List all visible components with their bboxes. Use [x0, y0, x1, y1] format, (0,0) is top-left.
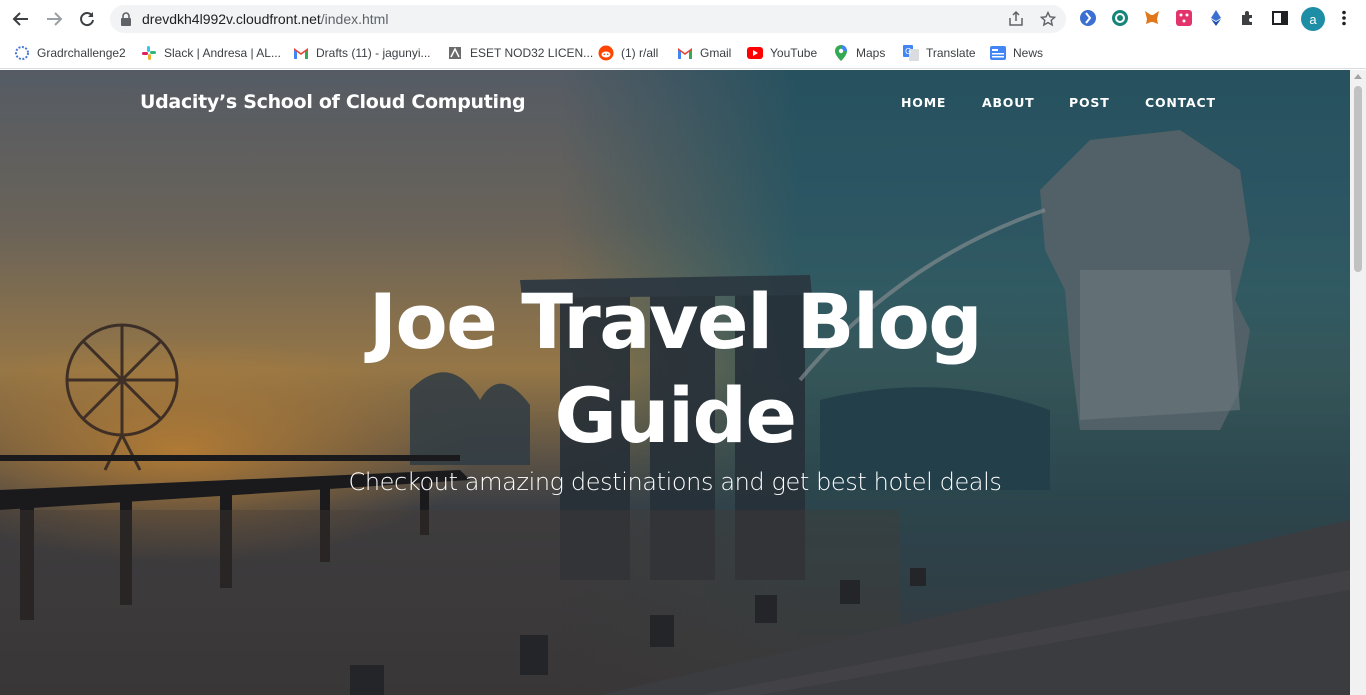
bookmark-reddit[interactable]: (1) r/all: [598, 42, 658, 64]
translate-icon: G: [903, 45, 919, 61]
url-path: /index.html: [320, 11, 389, 27]
page-viewport: Udacity’s School of Cloud Computing HOME…: [0, 70, 1350, 695]
bookmark-eset[interactable]: ESET NOD32 LICEN...: [447, 42, 593, 64]
kebab-menu-icon: [1342, 10, 1346, 26]
back-button[interactable]: [9, 7, 33, 31]
bookmark-maps[interactable]: Maps: [833, 42, 885, 64]
gmail-icon: [677, 45, 693, 61]
bookmark-label: Gradrchallenge2: [37, 46, 126, 60]
page-scrollbar[interactable]: [1350, 70, 1366, 695]
extension-teal-icon: [1112, 10, 1128, 26]
extension-red-icon: [1176, 10, 1192, 26]
share-icon: [1009, 11, 1023, 26]
side-panel-button[interactable]: [1270, 8, 1290, 28]
extension-4-button[interactable]: [1174, 8, 1194, 28]
extension-circle-icon: [1080, 10, 1096, 26]
bookmark-label: ESET NOD32 LICEN...: [470, 46, 594, 60]
bookmark-translate[interactable]: G Translate: [903, 42, 976, 64]
maps-icon: [833, 45, 849, 61]
nav-post-link[interactable]: POST: [1069, 95, 1110, 110]
back-arrow-icon: [12, 12, 28, 26]
ethereum-button[interactable]: [1206, 8, 1226, 28]
site-brand-link[interactable]: Udacity’s School of Cloud Computing: [140, 91, 526, 113]
gmail-icon: [293, 45, 309, 61]
extension-1-button[interactable]: [1078, 8, 1098, 28]
metamask-button[interactable]: [1142, 8, 1162, 28]
nav-contact-link[interactable]: CONTACT: [1145, 95, 1216, 110]
scroll-up-arrow-icon[interactable]: [1354, 74, 1362, 79]
youtube-icon: [747, 45, 763, 61]
browser-menu-button[interactable]: [1334, 8, 1354, 28]
bookmark-label: Drafts (11) - jagunyi...: [316, 46, 431, 60]
bookmark-label: Slack | Andresa | AL...: [164, 46, 281, 60]
extensions-button[interactable]: [1238, 8, 1258, 28]
share-button[interactable]: [1006, 9, 1026, 29]
browser-toolbar: drevdkh4l992v.cloudfront.net/index.html …: [0, 0, 1366, 38]
bookmark-label: Translate: [926, 46, 976, 60]
svg-text:G: G: [905, 47, 911, 56]
bookmark-label: YouTube: [770, 46, 818, 60]
bookmark-star-button[interactable]: [1038, 9, 1058, 29]
forward-button[interactable]: [42, 7, 66, 31]
hero-title-line-2: Guide: [554, 371, 797, 460]
bookmark-drafts[interactable]: Drafts (11) - jagunyi...: [293, 42, 430, 64]
reload-button[interactable]: [75, 7, 99, 31]
bookmark-label: News: [1013, 46, 1044, 60]
bookmark-label: Maps: [856, 46, 886, 60]
url-text: drevdkh4l992v.cloudfront.net/index.html: [142, 11, 388, 27]
news-icon: [990, 45, 1006, 61]
reddit-icon: [598, 45, 614, 61]
hero-title-line-1: Joe Travel Blog: [368, 277, 983, 366]
address-bar[interactable]: drevdkh4l992v.cloudfront.net/index.html: [110, 5, 1066, 33]
nav-about-link[interactable]: ABOUT: [982, 95, 1035, 110]
side-panel-icon: [1272, 11, 1288, 25]
bookmark-gradrchallenge2[interactable]: Gradrchallenge2: [14, 42, 126, 64]
star-icon: [1040, 11, 1056, 27]
extension-2-button[interactable]: [1110, 8, 1130, 28]
bookmark-label: (1) r/all: [621, 46, 659, 60]
bookmark-slack[interactable]: Slack | Andresa | AL...: [141, 42, 281, 64]
puzzle-icon: [1242, 11, 1252, 25]
slack-icon: [141, 45, 157, 61]
nav-home-link[interactable]: HOME: [901, 95, 946, 110]
hero-subtitle: Checkout amazing destinations and get be…: [348, 468, 1002, 496]
ethereum-icon: [1211, 10, 1221, 26]
forward-arrow-icon: [47, 12, 63, 26]
fox-icon: [1145, 11, 1159, 24]
reload-icon: [80, 12, 94, 27]
eset-icon: [447, 45, 463, 61]
bookmark-youtube[interactable]: YouTube: [747, 42, 817, 64]
bookmark-news[interactable]: News: [990, 42, 1043, 64]
hero-title: Joe Travel Blog Guide: [300, 275, 1050, 463]
scroll-thumb[interactable]: [1354, 86, 1362, 272]
bookmark-label: Gmail: [700, 46, 732, 60]
profile-avatar[interactable]: a: [1301, 7, 1325, 31]
bookmarks-bar: Gradrchallenge2 Slack | Andresa | AL... …: [0, 38, 1366, 69]
bookmark-gmail[interactable]: Gmail: [677, 42, 731, 64]
gear-blue-icon: [14, 45, 30, 61]
url-host: drevdkh4l992v.cloudfront.net: [142, 11, 321, 27]
lock-icon: [121, 12, 131, 26]
